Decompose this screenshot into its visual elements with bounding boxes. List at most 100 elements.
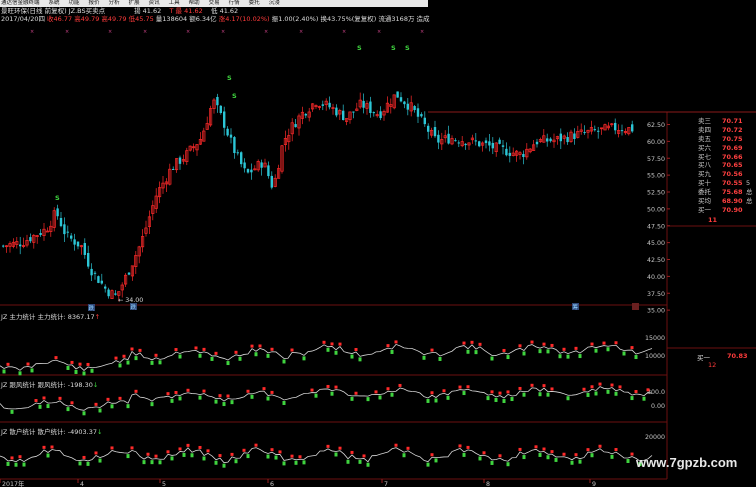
small-investor-line-trough-marker	[6, 461, 10, 466]
order-book-row[interactable]: 买八 70.65	[668, 161, 756, 170]
menu-item[interactable]: 通达信金融终端	[1, 0, 40, 7]
order-book-price: 70.66	[722, 152, 743, 161]
menu-item[interactable]: 功能	[69, 0, 80, 7]
candle-body	[478, 141, 481, 147]
small-investor-line-peak-marker	[542, 447, 546, 451]
menu-item[interactable]: 资讯	[149, 0, 160, 7]
date-tick-label: 2017年	[2, 479, 24, 487]
main-force-line-trough-marker	[18, 371, 22, 376]
small-investor-line-peak-marker	[146, 452, 150, 456]
main-force-line-trough-marker	[522, 351, 526, 356]
main-force-line-trough-marker	[438, 356, 442, 361]
retail-follow-line-peak-marker	[174, 390, 178, 394]
main-force-line-trough-marker	[266, 353, 270, 358]
order-book-row[interactable]: 卖四 70.72	[668, 126, 756, 135]
retail-follow-line-peak-marker	[134, 389, 138, 393]
small-investor-title-text: JZ 散户统计 散户统计: -4903.37	[1, 428, 97, 436]
main-force-line-trough-marker	[118, 363, 122, 368]
order-book-volume: 总	[746, 197, 753, 206]
price-tick-label: 40.00	[647, 274, 665, 281]
menu-item[interactable]: 行情	[229, 0, 240, 7]
top-marker: ×	[264, 29, 268, 35]
retail-follow-line-peak-marker	[610, 383, 614, 387]
menu-item[interactable]: 分析	[109, 0, 120, 7]
main-force-line-trough-marker	[198, 353, 202, 358]
order-book-label: 买七	[698, 152, 711, 161]
candle-body	[464, 143, 467, 146]
quote-field: 额6.34亿	[189, 15, 217, 23]
menu-item[interactable]: 系统	[49, 0, 60, 7]
small-investor-line-peak-marker	[290, 454, 294, 458]
small-investor-line-trough-marker	[98, 458, 102, 463]
main-force-line-peak-marker	[86, 362, 90, 366]
menu-item[interactable]: 委托	[249, 0, 260, 7]
order-book-row[interactable]: 买均 68.90 总	[668, 197, 756, 206]
order-book-row[interactable]: 买十 70.55 5	[668, 179, 756, 188]
chart-canvas[interactable]: 62.5060.0057.5055.0052.5050.0047.5045.00…	[0, 0, 756, 487]
main-force-line-peak-marker	[78, 362, 82, 366]
main-force-line-trough-marker	[566, 354, 570, 359]
candle-body	[501, 145, 505, 147]
order-book-row[interactable]: 买一 70.90	[668, 206, 756, 215]
order-book-row[interactable]: 买九 70.56	[668, 170, 756, 179]
candle-body	[549, 138, 552, 142]
candle-body	[229, 134, 233, 138]
menu-item[interactable]: 扩展	[129, 0, 140, 7]
order-book-price: 70.65	[722, 161, 743, 170]
small-investor-line-trough-marker	[150, 460, 154, 465]
high-label: T 最 41.62	[169, 7, 203, 15]
candle-body	[433, 127, 437, 137]
small-investor-line-peak-marker	[630, 452, 634, 456]
small-investor-line-trough-marker	[246, 454, 250, 459]
small-investor-line-trough-marker	[22, 462, 26, 467]
retail-follow-line	[0, 386, 653, 411]
retail-follow-line-trough-marker	[586, 392, 590, 397]
top-marker: ×	[30, 29, 34, 35]
retail-follow-line-trough-marker	[222, 402, 226, 407]
small-investor-line-trough-marker	[78, 461, 82, 466]
retail-follow-line-peak-marker	[354, 391, 358, 395]
order-book-row[interactable]: 委托 75.68 总	[668, 188, 756, 197]
menu-item[interactable]: 帮助	[189, 0, 200, 7]
sell-signal-mark: S	[405, 44, 410, 52]
main-force-line-trough-marker	[334, 350, 338, 355]
candle-body	[535, 141, 539, 145]
small-investor-line-trough-marker	[402, 453, 406, 458]
candle-body	[484, 140, 488, 144]
menu-item[interactable]: 工具	[169, 0, 180, 7]
small-investor-line-trough-marker	[554, 457, 558, 462]
small-investor-line-trough-marker	[626, 458, 630, 463]
retail-follow-line-peak-marker	[582, 387, 586, 391]
retail-follow-line-trough-marker	[630, 396, 634, 401]
retail-follow-title-text: JZ 跟风统计 跟风统计: -198.30	[1, 381, 93, 389]
menu-item[interactable]: 沉浸	[269, 0, 280, 7]
main-force-line-peak-marker	[202, 347, 206, 351]
main-force-line-peak-marker	[602, 341, 606, 345]
order-book-row[interactable]: 买七 70.66	[668, 153, 756, 162]
small-investor-line-trough-marker	[222, 463, 226, 468]
order-book-row[interactable]: 买六 70.69	[668, 144, 756, 153]
small-investor-line-peak-marker	[94, 451, 98, 455]
date-tick-label: 4	[80, 481, 84, 487]
price-tick-label: 62.50	[647, 122, 665, 129]
lower-count: 12	[708, 361, 717, 369]
menu-item[interactable]: 交易	[209, 0, 220, 7]
candle-body	[294, 124, 297, 128]
order-book-label: 卖四	[698, 125, 711, 134]
retail-follow-line-trough-marker	[98, 408, 102, 413]
small-investor-line-trough-marker	[234, 459, 238, 464]
order-book-row[interactable]: 卖三 70.71	[668, 117, 756, 126]
order-book-label: 委托	[698, 188, 711, 197]
small-investor-line-peak-marker	[430, 453, 434, 457]
retail-follow-line-peak-marker	[442, 389, 446, 393]
menu-item[interactable]: 报价	[89, 0, 100, 7]
main-force-line-peak-marker	[130, 347, 134, 351]
small-investor-line-peak-marker	[586, 448, 590, 452]
order-book-row[interactable]: 卖五 70.75	[668, 135, 756, 144]
retail-follow-line-peak-marker	[550, 387, 554, 391]
main-force-line-peak-marker	[470, 340, 474, 344]
main-force-line-peak-marker	[354, 348, 358, 352]
signal-box-label: 筹	[573, 303, 579, 311]
candle-body	[566, 137, 569, 143]
retail-follow-line-peak-marker	[430, 391, 434, 395]
